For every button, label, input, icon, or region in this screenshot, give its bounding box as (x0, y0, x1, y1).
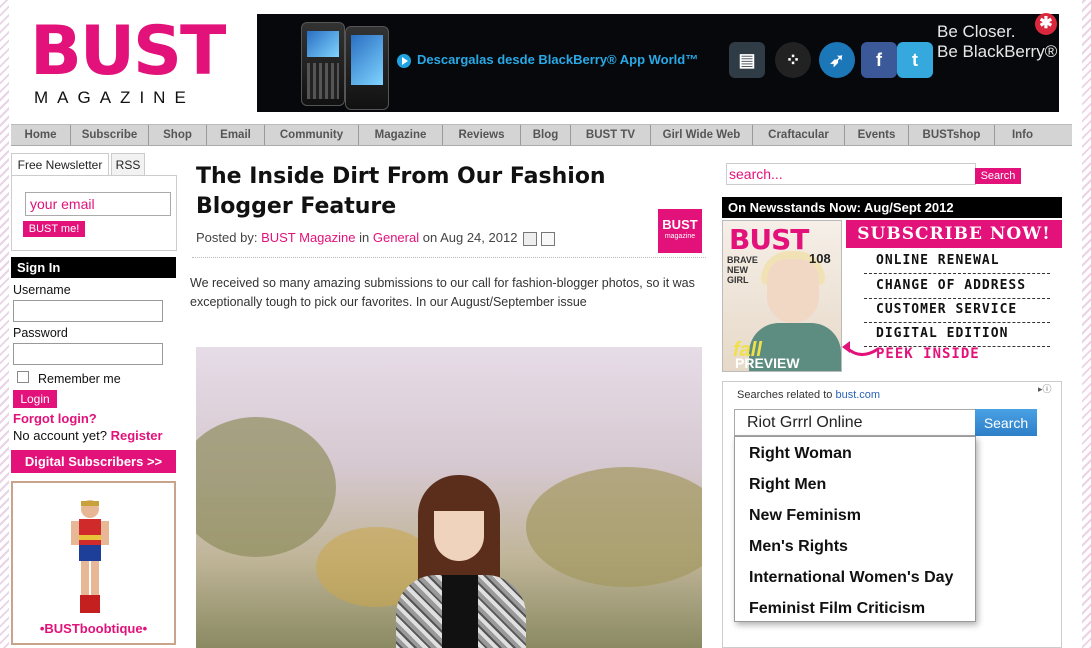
category-link[interactable]: General (373, 230, 419, 245)
article-photo (196, 347, 702, 648)
bbm-icon: ▤ (729, 42, 765, 78)
logo-subtitle: MAGAZINE (34, 88, 195, 107)
change-of-address-link[interactable]: CHANGE OF ADDRESS (864, 275, 1050, 299)
suggestion-item[interactable]: Men's Rights (735, 534, 975, 565)
peek-inside-link[interactable]: PEEK INSIDE (876, 346, 980, 362)
register-link[interactable]: Register (111, 428, 163, 443)
logo-word: BUST (30, 12, 226, 91)
cover-preview: PREVIEW (735, 355, 800, 371)
newsstand-heading: On Newsstands Now: Aug/Sept 2012 (722, 197, 1062, 218)
newsletter-box: BUST me! (11, 175, 177, 251)
banner-tagline-2: Be BlackBerry® (937, 42, 1058, 61)
article-title[interactable]: The Inside Dirt From Our Fashion Blogger… (196, 162, 636, 222)
email-icon[interactable] (523, 231, 538, 246)
author-link[interactable]: BUST Magazine (261, 230, 355, 245)
article-excerpt: We received so many amazing submissions … (190, 276, 695, 309)
forgot-login-link[interactable]: Forgot login? (13, 411, 97, 426)
related-searches-widget: ▸ⓘ Searches related to bust.com Search R… (722, 381, 1062, 648)
suggestion-item[interactable]: New Feminism (735, 503, 975, 534)
digital-subscribers-button[interactable]: Digital Subscribers >> (11, 450, 176, 473)
girl-bangs (428, 485, 490, 511)
customer-service-link[interactable]: CUSTOMER SERVICE (864, 299, 1050, 323)
in-label: in (359, 230, 370, 245)
related-heading: Searches related to bust.com (737, 389, 880, 401)
pdf-icon[interactable] (540, 231, 555, 246)
phone-image (345, 26, 389, 110)
newsletter-email-input[interactable] (25, 192, 171, 216)
suggestion-item[interactable]: Right Men (735, 472, 975, 503)
bust-me-button[interactable]: BUST me! (23, 221, 85, 237)
article-byline: Posted by: BUST Magazine in General on A… (196, 230, 555, 246)
cover-logo: BUST (729, 223, 809, 256)
remember-me-checkbox[interactable] (17, 371, 29, 383)
boobtique-ad[interactable]: •BUSTboobtique• (11, 481, 176, 645)
search-input[interactable] (726, 163, 976, 185)
magazine-cover[interactable]: BUST BRAVE NEW GIRL 108 fall PREVIEW (722, 220, 842, 372)
divider (192, 257, 706, 258)
bust-badge-sub: magazine (664, 233, 696, 240)
play-icon (397, 54, 411, 68)
nav-shop[interactable]: Shop (149, 125, 207, 145)
search-button[interactable]: Search (975, 168, 1021, 184)
nav-community[interactable]: Community (265, 125, 359, 145)
tab-free-newsletter[interactable]: Free Newsletter (11, 153, 109, 175)
related-search-input[interactable] (734, 409, 976, 436)
adchoices-icon[interactable]: ▸ⓘ (1038, 382, 1056, 396)
suggestion-item[interactable]: Right Woman (735, 441, 975, 472)
suggestion-dropdown: Right Woman Right Men New Feminism Men's… (734, 436, 976, 622)
banner-tagline-1: Be Closer. (937, 22, 1016, 41)
digital-edition-link[interactable]: DIGITAL EDITION (864, 323, 1050, 347)
posted-by-label: Posted by: (196, 230, 258, 245)
twitter-bird-icon: ➶ (819, 42, 855, 78)
related-search-button[interactable]: Search (975, 409, 1037, 436)
username-label: Username (13, 283, 71, 297)
username-input[interactable] (13, 300, 163, 322)
related-heading-label: Searches related to (737, 389, 833, 401)
bust-badge-word: BUST (662, 217, 698, 232)
remember-me-label: Remember me (38, 372, 121, 386)
nav-bustshop[interactable]: BUSTshop (909, 125, 995, 145)
nav-events[interactable]: Events (845, 125, 909, 145)
girl-shirt (442, 575, 478, 648)
arrow-icon (842, 341, 879, 356)
nav-reviews[interactable]: Reviews (443, 125, 521, 145)
cover-brave-new-girl: BRAVE NEW GIRL (727, 255, 758, 285)
login-button[interactable]: Login (13, 390, 57, 408)
cover-108: 108 (809, 251, 831, 266)
blackberry-icon: ⁘ (775, 42, 811, 78)
sign-in-heading: Sign In (11, 257, 176, 278)
post-date: on Aug 24, 2012 (422, 230, 518, 245)
suggestion-item[interactable]: International Women's Day (735, 565, 975, 596)
wonder-woman-image (71, 500, 109, 613)
nav-info[interactable]: Info (995, 125, 1050, 145)
blackberry-banner-ad[interactable]: Descargalas desde BlackBerry® App World™… (257, 14, 1059, 112)
boobtique-label: •BUSTboobtique• (39, 621, 148, 636)
password-input[interactable] (13, 343, 163, 365)
nav-girl-wide-web[interactable]: Girl Wide Web (651, 125, 753, 145)
cover-face (767, 259, 819, 323)
subscribe-now-button[interactable]: SUBSCRIBE NOW! (846, 220, 1062, 248)
facebook-icon: f (861, 42, 897, 78)
nav-home[interactable]: Home (11, 125, 71, 145)
no-account-text: No account yet? Register (13, 428, 163, 443)
main-nav: Home Subscribe Shop Email Community Maga… (11, 124, 1072, 146)
online-renewal-link[interactable]: ONLINE RENEWAL (864, 250, 1050, 274)
password-label: Password (13, 326, 68, 340)
no-account-label: No account yet? (13, 428, 107, 443)
nav-craftacular[interactable]: Craftacular (753, 125, 845, 145)
nav-email[interactable]: Email (207, 125, 265, 145)
close-ad-icon[interactable]: ✱ (1035, 13, 1057, 35)
twitter-icon: t (897, 42, 933, 78)
nav-magazine[interactable]: Magazine (359, 125, 443, 145)
tab-rss[interactable]: RSS (111, 153, 145, 175)
banner-cta: Descargalas desde BlackBerry® App World™ (417, 52, 699, 67)
bust-badge: BUST magazine (658, 209, 702, 253)
suggestion-item[interactable]: Feminist Film Criticism (735, 596, 975, 627)
nav-subscribe[interactable]: Subscribe (71, 125, 149, 145)
bust-logo[interactable]: BUST MAGAZINE (22, 16, 262, 112)
related-domain-link[interactable]: bust.com (835, 389, 880, 401)
nav-bust-tv[interactable]: BUST TV (571, 125, 651, 145)
nav-blog[interactable]: Blog (521, 125, 571, 145)
phone-image (301, 22, 345, 106)
